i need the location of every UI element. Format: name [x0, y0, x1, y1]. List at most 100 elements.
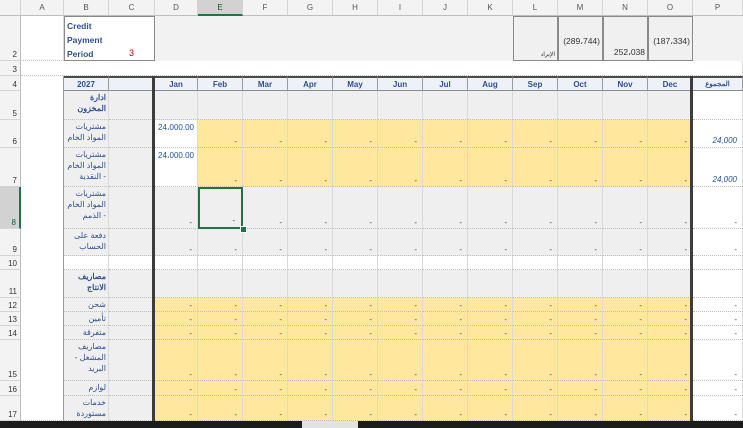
total-cell-r10[interactable]	[693, 256, 743, 270]
cell-oct-r9[interactable]: -	[558, 229, 603, 256]
cell-apr-r10[interactable]	[288, 256, 333, 270]
cell-aug-r16[interactable]: -	[468, 381, 513, 396]
cell-dec-r11[interactable]	[648, 270, 693, 298]
cell-jan-r6[interactable]: 24،000.00	[155, 120, 198, 148]
cell-dec-r15[interactable]: -	[648, 340, 693, 381]
cell-apr-r13[interactable]: -	[288, 312, 333, 326]
cell-sep-r5[interactable]	[513, 91, 558, 120]
cell-feb-r12[interactable]: -	[198, 298, 243, 312]
row-header-12[interactable]: 12	[0, 298, 21, 312]
cell-dec-r17[interactable]: -	[648, 396, 693, 421]
cell-nov-r13[interactable]: -	[603, 312, 648, 326]
cell-aug-r9[interactable]: -	[468, 229, 513, 256]
cell-apr-r15[interactable]: -	[288, 340, 333, 381]
cell-jan-r7[interactable]: 24،000.00	[155, 148, 198, 187]
cell-c9[interactable]	[109, 229, 155, 256]
cell-apr-r17[interactable]: -	[288, 396, 333, 421]
column-header-a[interactable]: A	[21, 0, 64, 16]
cell-oct-r15[interactable]: -	[558, 340, 603, 381]
cell-jun-r15[interactable]: -	[378, 340, 423, 381]
cell-apr-r5[interactable]	[288, 91, 333, 120]
row-label-5[interactable]: ادارة المخزون	[64, 91, 109, 120]
row-label-8[interactable]: مشتريات المواد الخام - الذمم	[64, 187, 109, 229]
cell-jan-r16[interactable]: -	[155, 381, 198, 396]
cell-aug-r15[interactable]: -	[468, 340, 513, 381]
cell-sep-r10[interactable]	[513, 256, 558, 270]
cell-jun-r17[interactable]: -	[378, 396, 423, 421]
cell-may-r14[interactable]: -	[333, 326, 378, 340]
total-cell-r11[interactable]	[693, 270, 743, 298]
cell-nov-r5[interactable]	[603, 91, 648, 120]
cell-dec-r8[interactable]: -	[648, 187, 693, 229]
cell-oct-r12[interactable]: -	[558, 298, 603, 312]
column-header-o[interactable]: O	[648, 0, 693, 16]
cell-feb-r10[interactable]	[198, 256, 243, 270]
cell-apr-r9[interactable]: -	[288, 229, 333, 256]
cell-jul-r6[interactable]: -	[423, 120, 468, 148]
cell-mar-r6[interactable]: -	[243, 120, 288, 148]
cell-jun-r6[interactable]: -	[378, 120, 423, 148]
cell-sep-r9[interactable]: -	[513, 229, 558, 256]
cell-jul-r16[interactable]: -	[423, 381, 468, 396]
cell-jan-r12[interactable]: -	[155, 298, 198, 312]
row2-empty[interactable]	[155, 16, 513, 61]
row-header-11[interactable]: 11	[0, 270, 21, 298]
cell-nov-r9[interactable]: -	[603, 229, 648, 256]
cell-jul-r17[interactable]: -	[423, 396, 468, 421]
cell-jan-r8[interactable]: -	[155, 187, 198, 229]
column-header-g[interactable]: G	[288, 0, 333, 16]
cell-oct-r13[interactable]: -	[558, 312, 603, 326]
cell-nov-r16[interactable]: -	[603, 381, 648, 396]
column-header-l[interactable]: L	[513, 0, 558, 16]
cell-dec-r7[interactable]: -	[648, 148, 693, 187]
row-label-13[interactable]: تأمين	[64, 312, 109, 326]
top-cell-l2[interactable]: الإيراد	[513, 16, 558, 61]
cell-feb-r9[interactable]: -	[198, 229, 243, 256]
cell-jul-r9[interactable]: -	[423, 229, 468, 256]
column-header-e[interactable]: E	[198, 0, 243, 16]
cell-jan-r13[interactable]: -	[155, 312, 198, 326]
row-label-14[interactable]: متفرقة	[64, 326, 109, 340]
cell-sep-r13[interactable]: -	[513, 312, 558, 326]
top-cell-m2[interactable]: (289،744)	[558, 16, 603, 61]
cell-sep-r6[interactable]: -	[513, 120, 558, 148]
cell-dec-r14[interactable]: -	[648, 326, 693, 340]
cell-may-r8[interactable]: -	[333, 187, 378, 229]
cell-jan-r15[interactable]: -	[155, 340, 198, 381]
cell-oct-r11[interactable]	[558, 270, 603, 298]
column-a-block[interactable]	[21, 76, 64, 421]
cell-c12[interactable]	[109, 298, 155, 312]
cell-aug-r7[interactable]: -	[468, 148, 513, 187]
cell-dec-r12[interactable]: -	[648, 298, 693, 312]
cell-c17[interactable]	[109, 396, 155, 421]
cell-feb-r6[interactable]: -	[198, 120, 243, 148]
cell-jul-r12[interactable]: -	[423, 298, 468, 312]
row-header-8[interactable]: 8	[0, 187, 21, 229]
cell-sep-r16[interactable]: -	[513, 381, 558, 396]
column-header-n[interactable]: N	[603, 0, 648, 16]
column-header-d[interactable]: D	[155, 0, 198, 16]
row-header-17[interactable]: 17	[0, 396, 21, 421]
cell-feb-r17[interactable]: -	[198, 396, 243, 421]
total-cell-r7[interactable]: 24,000	[693, 148, 743, 187]
cell-nov-r7[interactable]: -	[603, 148, 648, 187]
cell-c8[interactable]	[109, 187, 155, 229]
total-cell-r6[interactable]: 24,000	[693, 120, 743, 148]
cell-may-r13[interactable]: -	[333, 312, 378, 326]
row-label-16[interactable]: لوازم مشغل	[64, 381, 109, 396]
cell-mar-r8[interactable]: -	[243, 187, 288, 229]
credit-period-box[interactable]: Credit Payment Period 3	[64, 16, 155, 61]
cell-feb-r13[interactable]: -	[198, 312, 243, 326]
cell-jan-r5[interactable]	[155, 91, 198, 120]
cell-dec-r9[interactable]: -	[648, 229, 693, 256]
cell-mar-r13[interactable]: -	[243, 312, 288, 326]
cell-jun-r7[interactable]: -	[378, 148, 423, 187]
cell-c6[interactable]	[109, 120, 155, 148]
total-cell-r8[interactable]: -	[693, 187, 743, 229]
cell-jul-r15[interactable]: -	[423, 340, 468, 381]
cell-nov-r6[interactable]: -	[603, 120, 648, 148]
cell-apr-r8[interactable]: -	[288, 187, 333, 229]
cell-may-r15[interactable]: -	[333, 340, 378, 381]
fill-handle[interactable]	[240, 226, 247, 233]
total-cell-r5[interactable]	[693, 91, 743, 120]
